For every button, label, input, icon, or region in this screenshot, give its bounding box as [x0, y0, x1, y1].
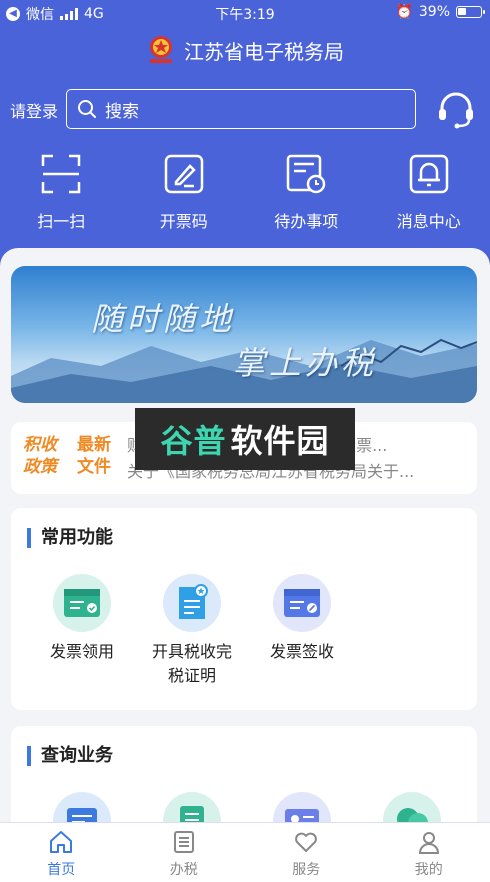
login-link[interactable]: 请登录 [10, 98, 58, 122]
query-business-card: 查询业务 [11, 726, 477, 823]
function-label: 发票签收 [269, 642, 334, 661]
quick-actions: 扫一扫 开票码 待办事项 消息中心 [0, 152, 490, 234]
home-icon [50, 831, 73, 853]
tab-label: 服务 [292, 862, 321, 878]
query-item[interactable] [383, 792, 441, 823]
todo-icon [287, 154, 326, 194]
query-item[interactable] [53, 792, 111, 823]
heart-icon [295, 832, 318, 852]
tab-label: 办税 [169, 862, 198, 878]
alarm-icon: ⏰ [395, 4, 413, 20]
search-icon [78, 100, 96, 118]
section-title: 查询业务 [27, 746, 113, 766]
function-label: 开具税收完税证明 [151, 642, 232, 685]
quick-action-todo[interactable]: 待办事项 [245, 152, 368, 234]
latest-files-badge: 最新文件 [77, 435, 111, 477]
function-label: 发票领用 [49, 642, 114, 661]
function-invoice-sign[interactable]: 发票签收 [247, 574, 357, 664]
tab-mine[interactable]: 我的 [368, 823, 490, 882]
banner-line2: 掌上办税 [233, 344, 378, 382]
tab-service[interactable]: 服务 [245, 823, 368, 882]
function-invoice-receive[interactable]: 发票领用 [27, 574, 137, 664]
bottom-tab-bar: 首页 办税 服务 我的 [0, 822, 490, 882]
invoice-receive-icon [64, 589, 100, 617]
watermark-part2: 软件园 [230, 422, 330, 460]
tax-emblem-icon [150, 36, 172, 63]
battery-icon [456, 6, 485, 18]
scan-icon [42, 154, 81, 194]
tab-home[interactable]: 首页 [0, 823, 123, 882]
watermark-logo: 谷普 软件园 [135, 408, 355, 470]
id-card-icon [285, 809, 319, 823]
tab-label: 我的 [414, 862, 443, 878]
app-title: 江苏省电子税务局 [184, 39, 344, 64]
tab-label: 首页 [47, 862, 76, 878]
function-tax-certificate[interactable]: 开具税收完税证明 [137, 574, 247, 688]
user-icon [418, 832, 439, 854]
watermark-part1: 谷普 [160, 422, 227, 460]
section-title: 常用功能 [27, 528, 113, 548]
chat-query-icon [397, 808, 428, 823]
banner-line1: 随时随地 [91, 300, 236, 338]
invoice-code-icon [164, 154, 203, 194]
quick-action-label: 开票码 [159, 212, 208, 231]
tax-certificate-icon [179, 584, 208, 619]
tab-tax[interactable]: 办税 [123, 823, 246, 882]
policy-badge: 积收政策 [23, 435, 57, 477]
invoice-sign-icon [284, 589, 320, 617]
quick-action-invoice-code[interactable]: 开票码 [123, 152, 246, 234]
quick-action-messages[interactable]: 消息中心 [368, 152, 490, 234]
customer-service-icon[interactable] [436, 90, 476, 130]
quick-action-label: 消息中心 [396, 212, 461, 231]
status-bar: ◀ 微信 4G 下午3:19 ⏰ 39% [0, 0, 490, 26]
query-item[interactable] [273, 792, 331, 823]
document-query-icon [180, 806, 204, 823]
bell-icon [409, 154, 448, 194]
app-title-bar: 江苏省电子税务局 [0, 32, 490, 68]
search-placeholder: 搜索 [105, 101, 139, 122]
invoice-query-icon [67, 808, 97, 823]
quick-action-scan[interactable]: 扫一扫 [0, 152, 123, 234]
search-row: 请登录 搜索 [0, 88, 490, 130]
quick-action-label: 扫一扫 [37, 212, 86, 231]
query-item[interactable] [163, 792, 221, 823]
quick-action-label: 待办事项 [274, 212, 339, 231]
main-content: 随时随地 掌上办税 积收政策 最新文件 财政部 税务总局关于个人转让股票... … [0, 248, 490, 823]
battery-percent: 39% [418, 4, 450, 20]
list-icon [173, 831, 194, 853]
common-functions-card: 常用功能 发票领用 开具税收完税证明 发票签收 [11, 508, 477, 710]
promo-banner[interactable]: 随时随地 掌上办税 [11, 266, 477, 403]
search-input[interactable]: 搜索 [66, 89, 416, 129]
